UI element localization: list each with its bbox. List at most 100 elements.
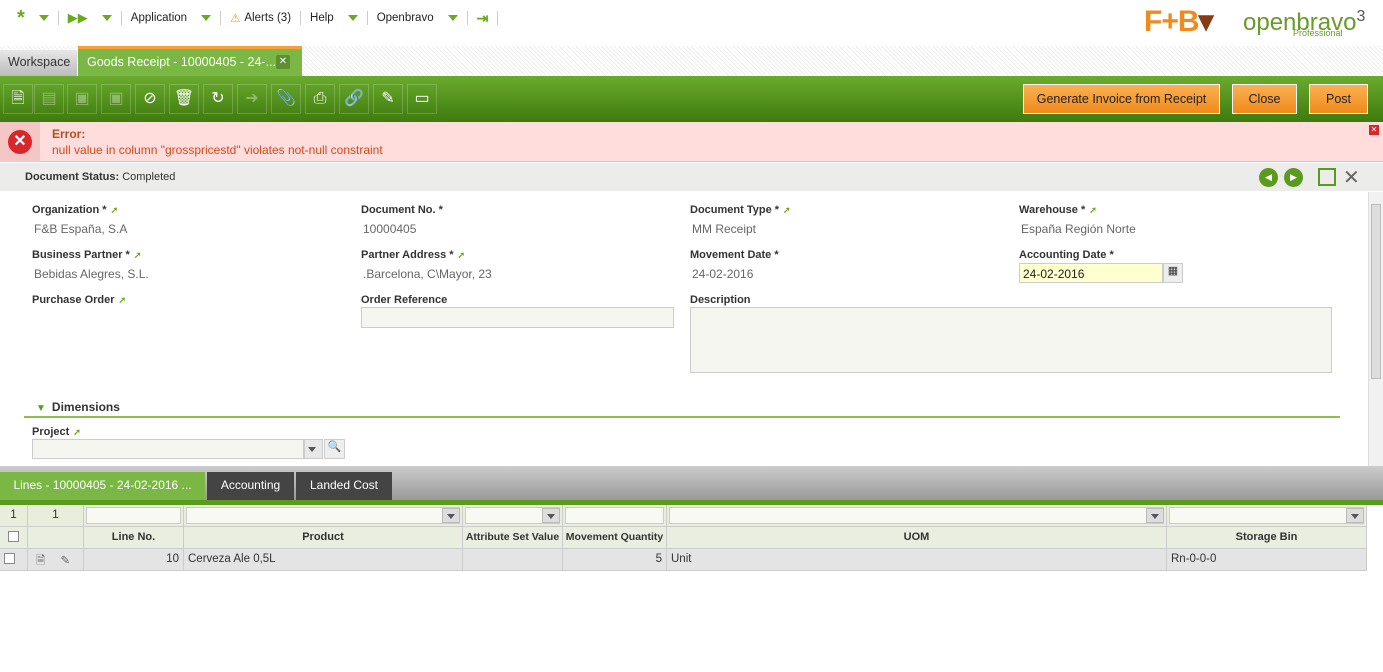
- tab-accounting[interactable]: Accounting: [207, 472, 294, 500]
- refresh-icon[interactable]: ↻: [203, 84, 233, 114]
- dimensions-section[interactable]: ▼ Dimensions: [24, 400, 1340, 418]
- generate-invoice-button[interactable]: Generate Invoice from Receipt: [1023, 84, 1220, 114]
- delete-icon[interactable]: 🗑: [169, 84, 199, 114]
- document-icon[interactable]: 🗎: [36, 555, 45, 567]
- cell-product[interactable]: Cerveza Ale 0,5L: [184, 549, 463, 571]
- logout-button[interactable]: ⇥: [468, 9, 499, 26]
- document-no-value[interactable]: 10000405: [363, 222, 416, 236]
- cancel-icon[interactable]: ⊘: [135, 84, 165, 114]
- attachment-icon[interactable]: 📎: [271, 84, 301, 114]
- organization-label: Organization * ➚: [32, 204, 119, 216]
- cell-storage-bin[interactable]: Rn-0-0-0: [1167, 549, 1367, 571]
- organization-value[interactable]: F&B España, S.A: [34, 222, 127, 236]
- warning-icon: ⚠: [230, 13, 241, 25]
- user-menu[interactable]: Openbravo: [368, 11, 468, 25]
- project-dropdown[interactable]: [304, 439, 323, 459]
- filter-uom[interactable]: [667, 505, 1167, 527]
- chevron-down-icon: [38, 15, 49, 21]
- cell-uom[interactable]: Unit: [667, 549, 1167, 571]
- order-reference-input[interactable]: [361, 307, 674, 328]
- tab-goods-receipt[interactable]: Goods Receipt - 10000405 - 24-... ✕: [78, 46, 302, 76]
- filter-quantity[interactable]: [563, 505, 667, 527]
- layout-toggle-icon[interactable]: ▭: [407, 84, 437, 114]
- header-attribute-set-value[interactable]: Attribute Set Value: [463, 527, 563, 549]
- warehouse-value[interactable]: España Región Norte: [1021, 222, 1136, 236]
- export-icon[interactable]: ➜: [237, 84, 267, 114]
- subtab-bar: Lines - 10000405 - 24-02-2016 ... Accoun…: [0, 466, 1383, 500]
- alerts-link[interactable]: ⚠ Alerts (3): [221, 11, 302, 25]
- close-button[interactable]: Close: [1232, 84, 1297, 114]
- edit-pencil-icon[interactable]: ✎: [60, 555, 70, 567]
- order-reference-label: Order Reference: [361, 294, 448, 306]
- new-document-icon[interactable]: 🗎: [3, 84, 33, 114]
- accounting-date-input[interactable]: 24-02-2016: [1019, 263, 1163, 283]
- application-menu[interactable]: Application: [122, 11, 222, 25]
- search-icon[interactable]: 🔍: [324, 439, 345, 459]
- description-label: Description: [690, 294, 751, 306]
- table-row[interactable]: 🗎 ✎ 10 Cerveza Ale 0,5L 5 Unit Rn-0-0-0: [0, 549, 1383, 571]
- form-scrollbar[interactable]: [1368, 192, 1383, 466]
- calendar-icon[interactable]: ▦: [1163, 263, 1183, 283]
- tab-workspace[interactable]: Workspace: [0, 50, 77, 76]
- fast-forward-icon: ▶▶: [67, 10, 88, 25]
- document-type-value[interactable]: MM Receipt: [692, 222, 756, 236]
- new-row-icon[interactable]: ▤: [34, 84, 64, 114]
- cell-quantity[interactable]: 5: [563, 549, 667, 571]
- dimensions-title: Dimensions: [51, 400, 120, 414]
- header-storage-bin[interactable]: Storage Bin: [1167, 527, 1367, 549]
- previous-record-icon[interactable]: ◀: [1259, 168, 1278, 187]
- error-message: ✕ Error: null value in column "grosspric…: [0, 122, 1383, 162]
- document-type-label: Document Type * ➚: [690, 204, 791, 216]
- tab-lines[interactable]: Lines - 10000405 - 24-02-2016 ...: [0, 472, 205, 500]
- post-button[interactable]: Post: [1309, 84, 1368, 114]
- header-line-no[interactable]: Line No.: [84, 527, 184, 549]
- help-menu[interactable]: Help: [301, 11, 368, 25]
- header-row: Line No. Product Attribute Set Value Mov…: [0, 527, 1383, 549]
- status-label: Document Status:: [25, 171, 120, 183]
- header-movement-quantity[interactable]: Movement Quantity: [563, 527, 667, 549]
- cell-attribute[interactable]: [463, 549, 563, 571]
- chevron-down-icon: [447, 15, 458, 21]
- status-value: Completed: [122, 171, 176, 183]
- next-record-icon[interactable]: ▶: [1284, 168, 1303, 187]
- quick-create-menu[interactable]: *: [8, 7, 59, 29]
- fb-logo: F+B▾: [1144, 5, 1214, 38]
- save-close-icon[interactable]: ▣: [101, 84, 131, 114]
- document-no-label: Document No. *: [361, 204, 443, 216]
- error-title: Error:: [52, 127, 86, 141]
- description-input[interactable]: [690, 307, 1332, 373]
- cell-line-no[interactable]: 10: [84, 549, 184, 571]
- business-partner-value[interactable]: Bebidas Alegres, S.L.: [34, 267, 149, 281]
- close-form-icon[interactable]: ✕: [1343, 165, 1360, 190]
- audit-tools-icon[interactable]: ✎: [373, 84, 403, 114]
- help-label: Help: [310, 12, 334, 24]
- filter-line-no[interactable]: [84, 505, 184, 527]
- tab-landed-cost[interactable]: Landed Cost: [296, 472, 392, 500]
- collapse-icon: ▼: [36, 403, 46, 414]
- filter-attribute[interactable]: [463, 505, 563, 527]
- quick-launch-menu[interactable]: ▶▶: [59, 10, 122, 25]
- link-icon[interactable]: 🔗: [339, 84, 369, 114]
- user-label: Openbravo: [376, 12, 434, 24]
- header-actions: [28, 527, 84, 549]
- business-partner-label: Business Partner * ➚: [32, 249, 142, 261]
- filter-product[interactable]: [184, 505, 463, 527]
- row-checkbox[interactable]: [0, 549, 28, 571]
- filter-storage-bin[interactable]: [1167, 505, 1367, 527]
- chevron-down-icon: [101, 15, 112, 21]
- close-tab-icon[interactable]: ✕: [276, 55, 290, 69]
- header-uom[interactable]: UOM: [667, 527, 1167, 549]
- close-error-icon[interactable]: ✕: [1369, 125, 1379, 135]
- error-text: null value in column "grosspricestd" vio…: [52, 143, 383, 157]
- partner-address-value[interactable]: .Barcelona, C\Mayor, 23: [363, 267, 492, 281]
- maximize-icon[interactable]: [1318, 168, 1336, 186]
- movement-date-value[interactable]: 24-02-2016: [692, 267, 753, 281]
- select-all-checkbox[interactable]: [0, 527, 28, 549]
- print-icon[interactable]: ⎙: [305, 84, 335, 114]
- project-input[interactable]: [32, 439, 304, 459]
- logout-icon: ⇥: [476, 9, 489, 26]
- save-icon[interactable]: ▣: [67, 84, 97, 114]
- tab-label: Goods Receipt - 10000405 - 24-...: [87, 55, 277, 69]
- header-product[interactable]: Product: [184, 527, 463, 549]
- chevron-down-icon: [201, 15, 212, 21]
